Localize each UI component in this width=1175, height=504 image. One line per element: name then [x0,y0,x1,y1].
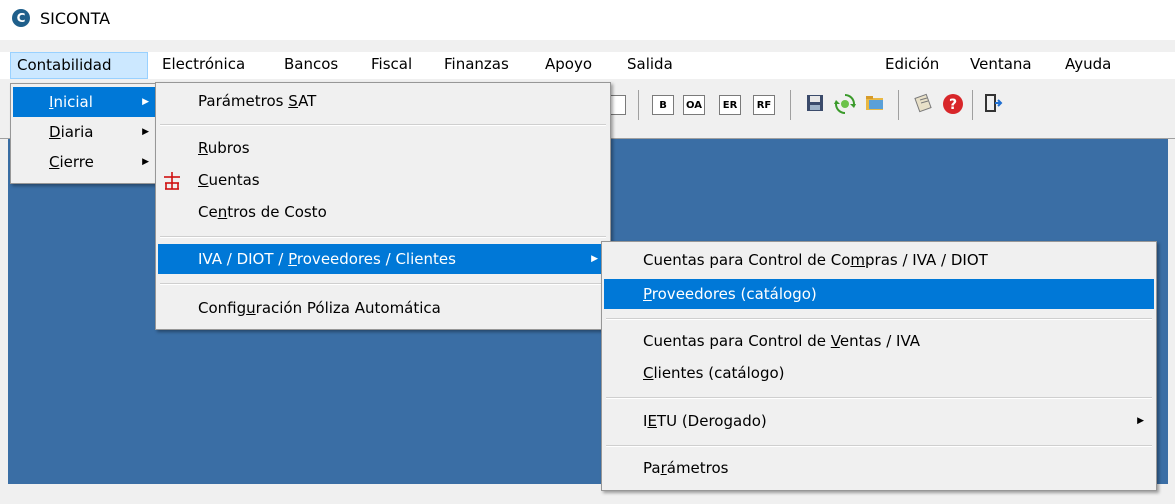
menu-item-label: ración Póliza Automática [255,299,441,317]
submenu-arrow-icon: ▶ [142,157,149,167]
toolbar-separator [638,90,639,120]
menu-apoyo[interactable]: Apoyo [545,52,592,79]
menu-salida[interactable]: Salida [627,52,673,79]
menu-item-cierre[interactable]: Cierre ▶ [13,147,159,177]
menu-item-centros-de-costo[interactable]: Centros de Costo [158,197,608,227]
accel-key: C [49,153,60,171]
inicial-submenu: Parámetros SAT Rubros Cuentas Centros de… [155,82,611,330]
menu-item-label: Cuentas para Control de Co [643,251,851,269]
menu-item-cuentas-compras[interactable]: Cuentas para Control de Compras / IVA / … [604,245,1154,275]
menu-contabilidad[interactable]: Contabilidad [10,52,148,79]
submenu-arrow-icon: ▶ [142,127,149,137]
accel-key: u [246,299,256,317]
menu-item-label: ubros [207,139,250,157]
accel-key: S [288,92,299,110]
submenu-arrow-icon: ▶ [591,254,598,264]
svg-text:?: ? [949,97,957,113]
menu-separator [606,397,1152,399]
menu-separator [606,318,1152,320]
accel-key: C [198,171,209,189]
toolbar-rf-button[interactable]: RF [753,95,775,115]
menu-item-label: iaria [60,123,94,141]
accel-key: P [643,285,652,303]
menu-item-label: Pa [643,459,661,477]
title-bar [0,0,1175,40]
toolbar-er-button[interactable]: ER [719,95,741,115]
menu-item-label: roveedores (catálogo) [651,285,817,303]
toolbar-separator [972,90,973,120]
contabilidad-menu: Inicial ▶ Diaria ▶ Cierre ▶ [10,83,162,184]
accel-key: C [643,364,654,382]
menu-item-clientes[interactable]: Clientes (catálogo) [604,358,1154,388]
accel-key: V [830,332,840,350]
menu-item-label: Config [198,299,247,317]
notepad-icon[interactable] [910,93,936,117]
accel-key: P [288,250,297,268]
menu-item-label: nicial [53,93,93,111]
menu-item-diaria[interactable]: Diaria ▶ [13,117,159,147]
menu-item-rubros[interactable]: Rubros [158,133,608,163]
menu-item-label: pras / IVA / DIOT [865,251,988,269]
menu-item-proveedores[interactable]: Proveedores (catálogo) [604,279,1154,309]
window-title: SICONTA [40,9,111,28]
menu-item-cuentas[interactable]: Cuentas [158,165,608,195]
menu-ayuda[interactable]: Ayuda [1065,52,1111,79]
menu-edicion[interactable]: Edición [885,52,939,79]
toolbar-b-button[interactable]: B [652,95,674,115]
menu-item-label: TU (Derogado) [656,412,767,430]
menu-bancos[interactable]: Bancos [284,52,338,79]
menu-fiscal[interactable]: Fiscal [371,52,412,79]
app-logo-icon: C [12,9,30,27]
menu-item-parametros[interactable]: Parámetros [604,453,1154,483]
refresh-icon[interactable] [832,93,858,117]
menu-item-label: Cuentas para Control de [643,332,831,350]
submenu-arrow-icon: ▶ [142,97,149,107]
menu-item-inicial[interactable]: Inicial ▶ [13,87,159,117]
save-icon[interactable] [802,93,828,117]
menu-item-label: uentas [208,171,260,189]
toolbar-oa-button[interactable]: OA [683,95,705,115]
menu-item-label: Ce [198,203,218,221]
toolbar-separator [898,90,899,120]
open-folder-icon[interactable] [862,93,888,117]
menu-item-label: ierre [59,153,94,171]
menu-item-iva-diot[interactable]: IVA / DIOT / Proveedores / Clientes ▶ [158,244,608,274]
menu-separator [160,124,606,126]
iva-diot-submenu: Cuentas para Control de Compras / IVA / … [601,241,1157,491]
exit-door-icon[interactable] [980,93,1006,117]
accel-key: R [198,139,208,157]
menu-item-configuracion-poliza[interactable]: Configuración Póliza Automática [158,293,608,323]
accel-key: n [217,203,228,221]
menu-electronica[interactable]: Electrónica [162,52,245,79]
menu-item-label: ámetros [666,459,729,477]
org-chart-icon [162,171,182,191]
menu-item-label: IVA / DIOT / [198,250,289,268]
menu-ventana[interactable]: Ventana [970,52,1032,79]
accel-key: E [647,412,657,430]
menu-separator [160,236,606,238]
menu-finanzas[interactable]: Finanzas [444,52,509,79]
menu-item-label: Parámetros [198,92,289,110]
accel-key: m [850,251,865,269]
toolbar-separator [790,90,791,120]
menu-item-parametros-sat[interactable]: Parámetros SAT [158,86,608,116]
menu-separator [160,283,606,285]
help-icon[interactable]: ? [940,93,966,117]
menu-item-label: lientes (catálogo) [653,364,785,382]
menu-item-ietu[interactable]: IETU (Derogado) ▶ [604,406,1154,436]
menu-bar: Contabilidad Electrónica Bancos Fiscal F… [0,52,1175,79]
accel-key: D [49,123,61,141]
menu-separator [606,445,1152,447]
submenu-arrow-icon: ▶ [1137,416,1144,426]
menu-item-label: tros de Costo [227,203,327,221]
menu-item-label: AT [298,92,317,110]
menu-item-label: roveedores / Clientes [296,250,456,268]
menu-item-cuentas-ventas[interactable]: Cuentas para Control de Ventas / IVA [604,326,1154,356]
menu-item-label: entas / IVA [839,332,921,350]
